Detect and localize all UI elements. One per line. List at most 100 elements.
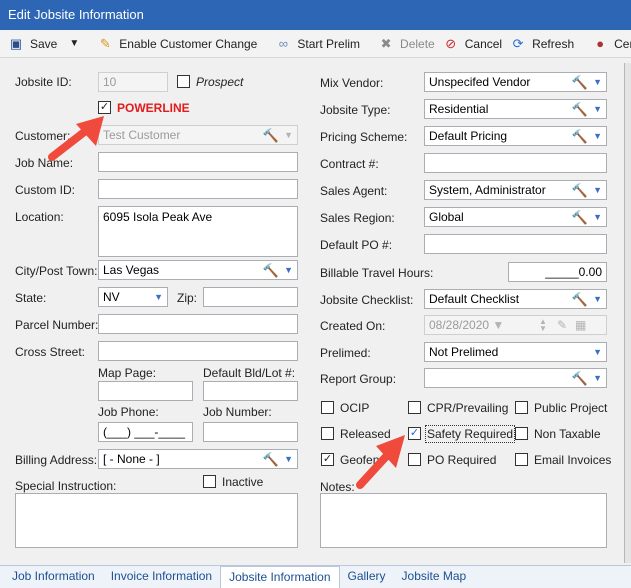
delete-button[interactable]: ✖ Delete: [374, 32, 439, 56]
prelimed-dropdown[interactable]: Not Prelimed ▼: [424, 342, 607, 362]
save-button[interactable]: ▣ Save ▼: [4, 32, 83, 56]
jobsite-type-dropdown[interactable]: Residential 🔨 ▼: [424, 99, 607, 119]
hammer-picker-icon[interactable]: 🔨: [263, 451, 279, 468]
notes-label: Notes:: [320, 480, 355, 494]
inactive-checkbox[interactable]: [203, 475, 216, 488]
jobsite-checklist-dropdown[interactable]: Default Checklist 🔨 ▼: [424, 289, 607, 309]
jobsite-id-label: Jobsite ID:: [15, 75, 72, 89]
chevron-down-icon[interactable]: ▼: [593, 181, 602, 199]
pricing-scheme-value: Default Pricing: [429, 129, 508, 143]
chevron-down-icon[interactable]: ▼: [593, 127, 602, 145]
start-prelim-button[interactable]: ∞ Start Prelim: [271, 32, 364, 56]
tab-jobsite-map[interactable]: Jobsite Map: [394, 566, 475, 588]
calendar-icon[interactable]: ▦: [575, 316, 586, 334]
job-name-input[interactable]: [98, 152, 298, 172]
link-icon: ∞: [278, 36, 288, 51]
public-project-label: Public Project: [534, 401, 608, 415]
customer-dropdown[interactable]: Test Customer 🔨 ▼: [98, 125, 298, 145]
job-phone-input[interactable]: (___) ___-____: [98, 422, 193, 442]
public-project-checkbox[interactable]: [515, 401, 528, 414]
billable-travel-hours-input[interactable]: _____0.00: [508, 262, 607, 282]
contract-input[interactable]: [424, 153, 607, 173]
location-textarea[interactable]: 6095 Isola Peak Ave: [98, 206, 298, 257]
chevron-down-icon[interactable]: ▼: [284, 450, 293, 468]
non-taxable-checkbox[interactable]: [515, 427, 528, 440]
po-required-checkbox[interactable]: [408, 453, 421, 466]
default-bld-lot-input[interactable]: [203, 381, 298, 401]
hammer-picker-icon[interactable]: 🔨: [572, 291, 588, 308]
jobsite-id-field: 10: [98, 72, 168, 92]
hammer-picker-icon[interactable]: 🔨: [572, 128, 588, 145]
inactive-label: Inactive: [222, 475, 264, 489]
default-po-input[interactable]: [424, 234, 607, 254]
notes-textarea[interactable]: [320, 493, 607, 548]
hammer-picker-icon[interactable]: 🔨: [263, 127, 279, 144]
pencil-icon[interactable]: ✎: [557, 316, 567, 334]
cpr-prevailing-label: CPR/Prevailing: [427, 401, 509, 415]
mix-vendor-dropdown[interactable]: Unspecifed Vendor 🔨 ▼: [424, 72, 607, 92]
jobsite-type-value: Residential: [429, 102, 489, 116]
zip-input[interactable]: [203, 287, 298, 307]
pencil-icon: ✎: [99, 35, 111, 51]
hammer-picker-icon[interactable]: 🔨: [572, 74, 588, 91]
email-invoices-checkbox[interactable]: [515, 453, 528, 466]
released-checkbox[interactable]: [321, 427, 334, 440]
chevron-down-icon[interactable]: ▼: [154, 288, 163, 306]
non-taxable-label: Non Taxable: [534, 427, 601, 441]
enable-customer-change-button[interactable]: ✎ Enable Customer Change: [93, 32, 261, 56]
chevron-down-icon[interactable]: ▼: [284, 126, 293, 144]
sales-agent-dropdown[interactable]: System, Administrator 🔨 ▼: [424, 180, 607, 200]
geofence-label: Geofen: [340, 453, 380, 467]
chevron-down-icon[interactable]: ▼: [593, 73, 602, 91]
state-dropdown[interactable]: NV ▼: [98, 287, 168, 307]
default-bld-lot-label: Default Bld/Lot #:: [203, 366, 296, 380]
cancel-button[interactable]: ⊘ Cancel: [439, 32, 506, 56]
parcel-number-label: Parcel Number:: [15, 318, 99, 332]
chevron-down-icon[interactable]: ▼: [284, 261, 293, 279]
ocip-checkbox[interactable]: [321, 401, 334, 414]
hammer-picker-icon[interactable]: 🔨: [572, 182, 588, 199]
powerline-checkbox[interactable]: ✓: [98, 101, 111, 114]
hammer-picker-icon[interactable]: 🔨: [572, 370, 588, 387]
chevron-down-icon[interactable]: ▼: [593, 343, 602, 361]
customer-value: Test Customer: [103, 128, 181, 142]
cross-street-input[interactable]: [98, 341, 298, 361]
refresh-button[interactable]: ⟳ Refresh: [506, 32, 578, 56]
special-instruction-textarea[interactable]: [15, 493, 298, 548]
tab-gallery[interactable]: Gallery: [340, 566, 394, 588]
prospect-checkbox[interactable]: [177, 75, 190, 88]
job-number-input[interactable]: [203, 422, 298, 442]
chevron-down-icon[interactable]: ▼: [492, 318, 504, 332]
geofence-checkbox[interactable]: ✓: [321, 453, 334, 466]
sales-agent-label: Sales Agent:: [320, 184, 388, 198]
chevron-down-icon[interactable]: ▼: [593, 290, 602, 308]
parcel-number-input[interactable]: [98, 314, 298, 334]
hammer-picker-icon[interactable]: 🔨: [572, 209, 588, 226]
hammer-picker-icon[interactable]: 🔨: [263, 262, 279, 279]
tab-invoice-information[interactable]: Invoice Information: [103, 566, 220, 588]
save-label: Save: [30, 36, 58, 51]
cpr-prevailing-checkbox[interactable]: [408, 401, 421, 414]
zip-label: Zip:: [177, 291, 198, 305]
map-page-input[interactable]: [98, 381, 193, 401]
tab-job-information[interactable]: Job Information: [4, 566, 103, 588]
custom-id-input[interactable]: [98, 179, 298, 199]
hammer-picker-icon[interactable]: 🔨: [572, 101, 588, 118]
chevron-down-icon[interactable]: ▼: [69, 38, 79, 49]
safety-required-checkbox[interactable]: ✓: [408, 427, 421, 440]
certificate-button[interactable]: ● Certi: [588, 32, 631, 56]
jobsite-checklist-value: Default Checklist: [429, 292, 520, 306]
billing-address-dropdown[interactable]: [ - None - ] 🔨 ▼: [98, 449, 298, 469]
city-dropdown[interactable]: Las Vegas 🔨 ▼: [98, 260, 298, 280]
date-spinner-icon[interactable]: ▲ ▼: [539, 318, 547, 333]
chevron-down-icon[interactable]: ▼: [593, 369, 602, 387]
pricing-scheme-dropdown[interactable]: Default Pricing 🔨 ▼: [424, 126, 607, 146]
start-prelim-label: Start Prelim: [297, 36, 361, 51]
chevron-down-icon[interactable]: ▼: [593, 208, 602, 226]
tab-jobsite-information[interactable]: Jobsite Information: [220, 566, 340, 588]
report-group-dropdown[interactable]: 🔨 ▼: [424, 368, 607, 388]
chevron-down-icon[interactable]: ▼: [593, 100, 602, 118]
state-label: State:: [15, 291, 47, 305]
created-on-label: Created On:: [320, 319, 386, 333]
sales-region-dropdown[interactable]: Global 🔨 ▼: [424, 207, 607, 227]
